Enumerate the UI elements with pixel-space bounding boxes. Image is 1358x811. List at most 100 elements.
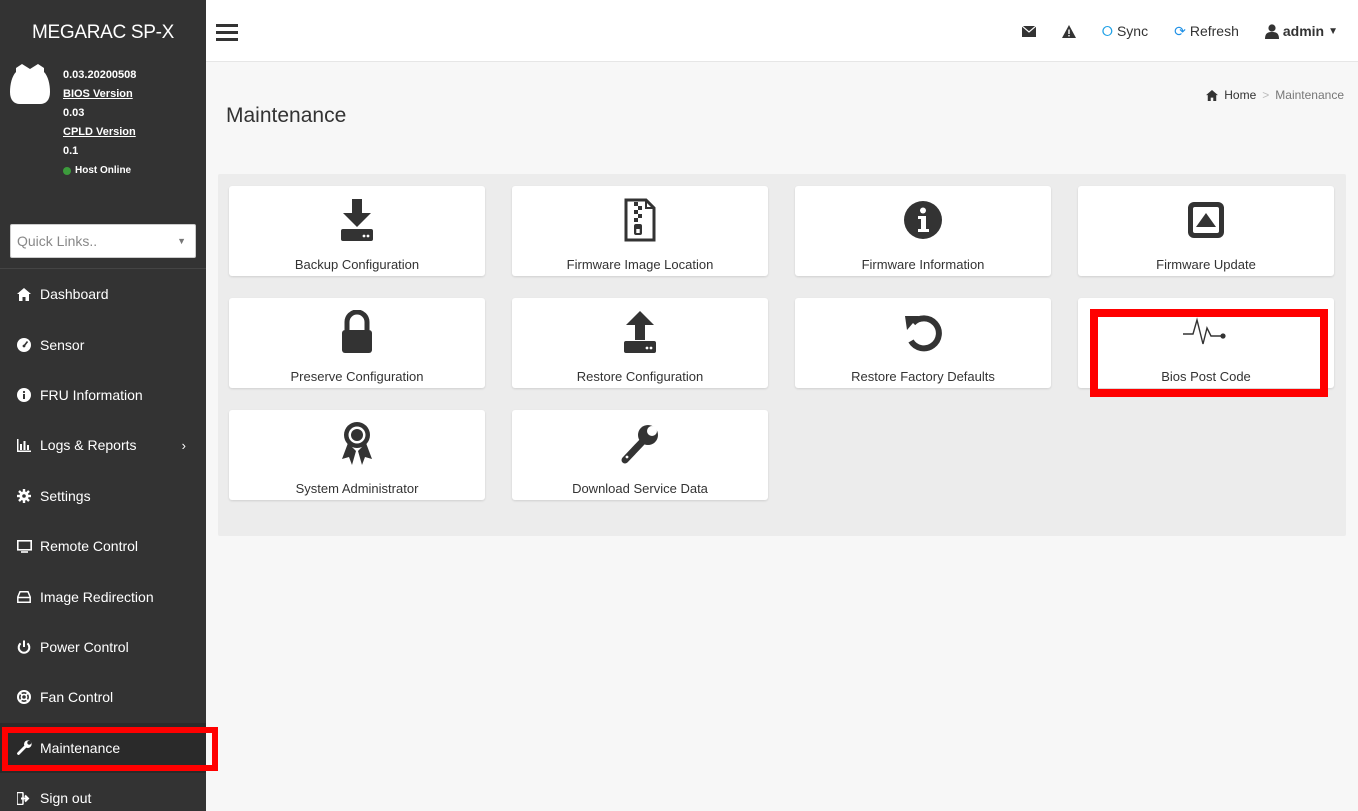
- tile-backup-configuration[interactable]: Backup Configuration: [229, 186, 485, 276]
- host-status-label: Host Online: [75, 165, 132, 176]
- sidebar-item-fru-information[interactable]: FRU Information: [0, 370, 206, 420]
- warning-icon: [1061, 24, 1076, 38]
- quick-links-placeholder: Quick Links..: [17, 233, 98, 249]
- sidebar-item-logs-reports[interactable]: Logs & Reports ›: [0, 420, 206, 470]
- sidebar-item-maintenance[interactable]: Maintenance: [0, 722, 206, 773]
- sidebar-item-sensor[interactable]: Sensor: [0, 319, 206, 369]
- tile-download-service-data[interactable]: Download Service Data: [512, 410, 768, 500]
- user-menu[interactable]: admin ▼: [1264, 23, 1338, 39]
- breadcrumb-home-link[interactable]: Home: [1224, 88, 1256, 102]
- sidebar-item-label: Sensor: [40, 336, 85, 353]
- info-icon: [795, 198, 1051, 242]
- drive-icon: [16, 589, 32, 605]
- sidebar-item-label: Sign out: [40, 790, 92, 807]
- wrench-icon: [16, 740, 32, 756]
- sync-icon: ⭘: [1101, 22, 1113, 39]
- quick-links-select[interactable]: Quick Links.. ▼: [10, 224, 196, 258]
- tile-label: Download Service Data: [572, 481, 708, 496]
- maintenance-panel: Backup Configuration Firmware Image Loca…: [218, 174, 1346, 536]
- upload-square-icon: [1078, 198, 1334, 242]
- sidebar-item-label: Settings: [40, 487, 91, 504]
- monitor-icon: [16, 538, 32, 554]
- tile-label: Restore Configuration: [576, 369, 704, 384]
- sidebar-item-label: Dashboard: [40, 286, 109, 303]
- user-label: admin: [1282, 23, 1325, 39]
- refresh-icon: ⟳: [1174, 22, 1186, 39]
- tile-firmware-image-location[interactable]: Firmware Image Location: [512, 186, 768, 276]
- alerts-button[interactable]: [1061, 24, 1076, 38]
- sign-out-icon: [16, 790, 32, 806]
- sidebar: MEGARAC SP-X 0.03.20200508 BIOS Version …: [0, 0, 206, 811]
- tile-label: Preserve Configuration: [290, 369, 424, 384]
- user-avatar-icon: [10, 64, 50, 104]
- bios-version-link[interactable]: BIOS Version: [63, 85, 136, 104]
- caret-down-icon: ▼: [1328, 25, 1338, 37]
- breadcrumb-separator: >: [1262, 88, 1270, 102]
- dashboard-gauge-icon: [16, 337, 32, 353]
- page-title: Maintenance: [226, 104, 347, 127]
- envelope-icon: [1021, 25, 1036, 37]
- tile-firmware-information[interactable]: Firmware Information: [795, 186, 1051, 276]
- sidebar-item-label: Logs & Reports: [40, 437, 137, 454]
- breadcrumb: Home > Maintenance: [1206, 88, 1344, 102]
- tile-label: Backup Configuration: [294, 257, 420, 272]
- power-icon: [16, 639, 32, 655]
- tile-restore-configuration[interactable]: Restore Configuration: [512, 298, 768, 388]
- tile-label: Firmware Information: [861, 257, 985, 272]
- wrench-icon: [512, 422, 768, 466]
- gear-icon: [16, 488, 32, 504]
- tile-preserve-configuration[interactable]: Preserve Configuration: [229, 298, 485, 388]
- refresh-button[interactable]: ⟳ Refresh: [1174, 23, 1239, 40]
- user-icon: [1264, 23, 1279, 39]
- pulse-icon: [1078, 310, 1334, 354]
- tile-label: System Administrator: [295, 481, 419, 496]
- sidebar-item-settings[interactable]: Settings: [0, 471, 206, 521]
- messages-button[interactable]: [1021, 25, 1036, 37]
- sidebar-item-label: Maintenance: [40, 739, 121, 756]
- tile-label: Firmware Update: [1156, 257, 1256, 272]
- award-icon: [229, 422, 485, 466]
- cpld-version-value: 0.1: [63, 145, 79, 157]
- sidebar-item-fan-control[interactable]: Fan Control: [0, 672, 206, 722]
- file-zip-icon: [512, 198, 768, 242]
- brand-title: MEGARAC SP-X: [31, 22, 175, 43]
- sidebar-item-sign-out[interactable]: Sign out: [0, 773, 206, 811]
- cpld-version-link[interactable]: CPLD Version: [63, 123, 136, 142]
- chevron-right-icon: ›: [181, 437, 186, 453]
- tile-firmware-update[interactable]: Firmware Update: [1078, 186, 1334, 276]
- sidebar-nav: Dashboard Sensor FRU Information Logs & …: [0, 268, 206, 811]
- bar-chart-icon: [16, 437, 32, 453]
- tile-label: Firmware Image Location: [566, 257, 714, 272]
- sidebar-item-dashboard[interactable]: Dashboard: [0, 269, 206, 319]
- tile-restore-factory-defaults[interactable]: Restore Factory Defaults: [795, 298, 1051, 388]
- fan-icon: [16, 689, 32, 705]
- firmware-version: 0.03.20200508: [63, 69, 137, 81]
- menu-toggle-icon[interactable]: [216, 24, 238, 45]
- download-icon: [229, 198, 485, 242]
- host-status: Host Online: [63, 161, 136, 180]
- top-navbar: ⭘ Sync ⟳ Refresh admin ▼: [206, 0, 1358, 62]
- lock-icon: [229, 310, 485, 354]
- sidebar-item-label: Remote Control: [40, 538, 139, 555]
- tile-system-administrator[interactable]: System Administrator: [229, 410, 485, 500]
- info-circle-icon: [16, 387, 32, 403]
- status-dot-icon: [63, 166, 71, 175]
- tile-label: Bios Post Code: [1161, 369, 1251, 384]
- sync-button[interactable]: ⭘ Sync: [1102, 23, 1148, 40]
- breadcrumb-current: Maintenance: [1275, 88, 1344, 102]
- caret-down-icon: ▼: [177, 236, 186, 246]
- sidebar-item-power-control[interactable]: Power Control: [0, 622, 206, 672]
- tile-label: Restore Factory Defaults: [851, 369, 995, 384]
- user-panel: 0.03.20200508 BIOS Version 0.03 CPLD Ver…: [0, 60, 206, 210]
- sync-label: Sync: [1116, 23, 1149, 39]
- home-icon: [1206, 89, 1219, 101]
- sidebar-item-image-redirection[interactable]: Image Redirection: [0, 571, 206, 621]
- tile-bios-post-code[interactable]: Bios Post Code: [1078, 298, 1334, 388]
- undo-icon: [795, 310, 1051, 354]
- bios-version-value: 0.03: [63, 107, 85, 119]
- upload-icon: [512, 310, 768, 354]
- sidebar-item-label: Fan Control: [40, 689, 114, 706]
- home-icon: [16, 286, 32, 302]
- sidebar-item-remote-control[interactable]: Remote Control: [0, 521, 206, 571]
- sidebar-item-label: FRU Information: [40, 386, 143, 403]
